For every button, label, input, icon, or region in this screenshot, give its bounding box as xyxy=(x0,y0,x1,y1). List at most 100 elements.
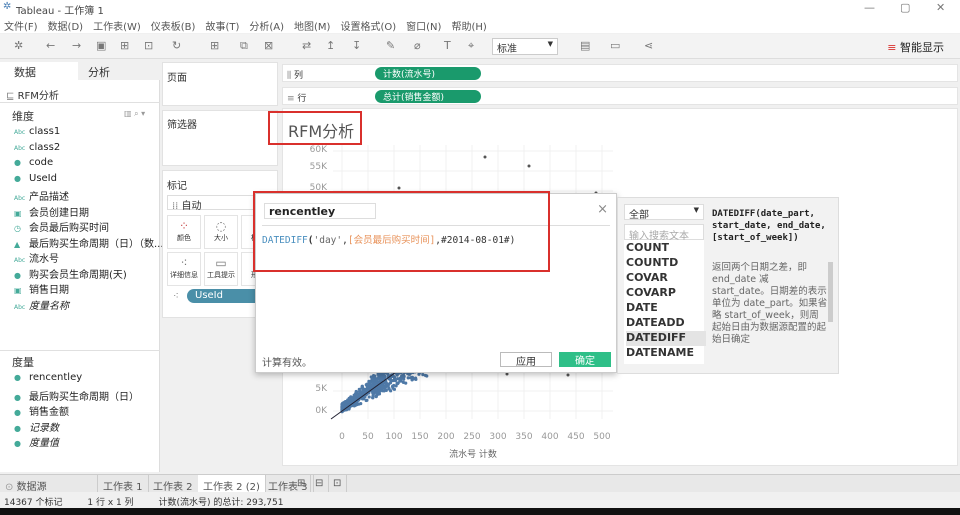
columns-shelf[interactable]: ⫼ 列 计数(流水号) xyxy=(282,64,958,82)
menu-item[interactable]: 工作表(W) xyxy=(93,22,141,33)
presentation-icon[interactable]: ▭ xyxy=(610,39,620,52)
columns-pill[interactable]: 计数(流水号) xyxy=(375,67,481,80)
menu-item[interactable]: 故事(T) xyxy=(205,22,239,33)
field-type-icon: Abc xyxy=(14,303,26,311)
tab-datasource[interactable]: ⊙ 数据源 xyxy=(0,475,98,493)
new-story-tab-icon[interactable]: ⊡ xyxy=(328,475,348,493)
mark-detail-button[interactable]: ⁖ 详细信息 xyxy=(167,252,201,286)
dimension-field[interactable]: Abc class1 xyxy=(14,126,60,137)
field-type-icon: ● xyxy=(14,270,21,280)
new-sheet-icon[interactable]: ⊞ xyxy=(210,39,219,52)
y-tick-label: 60K xyxy=(309,145,327,155)
menu-item[interactable]: 仪表板(B) xyxy=(151,22,196,33)
function-item[interactable]: DATEADD xyxy=(626,316,706,331)
highlight-box xyxy=(253,191,550,272)
mark-color-button[interactable]: ⁘ 颜色 xyxy=(167,215,201,249)
sheet-tab[interactable]: 工作表 1 xyxy=(98,475,149,493)
x-axis-label: 流水号 计数 xyxy=(449,450,497,460)
sort-asc-icon[interactable]: ↥ xyxy=(326,39,335,52)
dimension-field[interactable]: ◷ 会员最后购买时间 xyxy=(14,219,109,234)
close-window-button[interactable]: ✕ xyxy=(936,1,945,14)
dimension-field[interactable]: Abc 度量名称 xyxy=(14,297,69,312)
function-item[interactable]: DATE xyxy=(626,301,706,316)
restore-button[interactable]: ▢ xyxy=(900,1,910,14)
dimensions-header: 维度 xyxy=(12,110,34,123)
measure-field[interactable]: ● 度量值 xyxy=(14,434,59,449)
group-icon[interactable]: ⌀ xyxy=(414,39,421,52)
toolbar: ✲ ← → ▣ ⊞ ⊡ ↻ ⊞ ⧉ ⊠ ⇄ ↥ ↧ ✎ ⌀ T ⌖ 标准 ▼ ▤ … xyxy=(0,34,960,59)
dimension-field[interactable]: ● UseId xyxy=(14,173,57,184)
labels-icon[interactable]: T xyxy=(444,39,451,52)
dimension-field[interactable]: ▣ 销售日期 xyxy=(14,281,69,296)
sort-desc-icon[interactable]: ↧ xyxy=(352,39,361,52)
dimension-field[interactable]: ▣ 会员创建日期 xyxy=(14,204,89,219)
pause-updates-icon[interactable]: ⊡ xyxy=(144,39,153,52)
menu-item[interactable]: 分析(A) xyxy=(249,22,284,33)
data-point xyxy=(393,379,398,383)
tab-data[interactable]: 数据 xyxy=(14,64,36,80)
function-item[interactable]: DATEDIFF xyxy=(626,331,706,346)
tab-analysis[interactable]: 分析 xyxy=(88,64,110,80)
dimension-field[interactable]: Abc class2 xyxy=(14,142,60,153)
dimension-field[interactable]: Abc 产品描述 xyxy=(14,188,69,203)
new-datasource-icon[interactable]: ⊞ xyxy=(120,39,129,52)
sheet-tab[interactable]: 工作表 2 (2) xyxy=(198,475,266,493)
function-item[interactable]: COUNTD xyxy=(626,256,706,271)
dimension-field[interactable]: Abc 流水号 xyxy=(14,250,59,265)
datasource-item[interactable]: ⊑ RFM分析 xyxy=(6,87,59,102)
show-cards-icon[interactable]: ▤ xyxy=(580,39,590,52)
dimension-field[interactable]: ▲ 最后购买生命周期（日）（数... xyxy=(14,235,164,250)
measure-field[interactable]: ● rencentley xyxy=(14,372,82,383)
fit-select[interactable]: 标准 ▼ xyxy=(492,38,558,55)
refresh-icon[interactable]: ↻ xyxy=(172,39,181,52)
search-fields-icon[interactable]: ▥ ⌕ ▾ xyxy=(124,109,145,119)
save-icon[interactable]: ▣ xyxy=(96,39,106,52)
function-item[interactable]: DATENAME xyxy=(626,346,706,361)
menu-item[interactable]: 帮助(H) xyxy=(451,22,486,33)
menu-item[interactable]: 地图(M) xyxy=(294,22,330,33)
tableau-logo-icon[interactable]: ✲ xyxy=(14,39,23,52)
rows-shelf[interactable]: ≡ 行 总计(销售金额) xyxy=(282,87,958,105)
function-item[interactable]: COVAR xyxy=(626,271,706,286)
data-point xyxy=(341,401,345,405)
measure-icon: ● xyxy=(14,423,21,433)
description-scrollbar[interactable] xyxy=(828,262,833,322)
filters-card[interactable]: 筛选器 xyxy=(162,110,278,166)
function-item[interactable]: COUNT xyxy=(626,241,706,256)
undo-icon[interactable]: ← xyxy=(46,39,55,52)
menu-item[interactable]: 窗口(N) xyxy=(406,22,441,33)
dimension-field[interactable]: ● 购买会员生命周期(天) xyxy=(14,266,127,281)
menu-item[interactable]: 数据(D) xyxy=(48,22,84,33)
share-icon[interactable]: ⋖ xyxy=(644,39,653,52)
apply-button[interactable]: 应用 xyxy=(500,352,552,368)
rows-pill[interactable]: 总计(销售金额) xyxy=(375,90,481,103)
new-sheet-tab-icon[interactable]: ⊞ xyxy=(292,475,312,493)
pages-card[interactable]: 页面 xyxy=(162,62,278,106)
tableau-logo-icon: ✲ xyxy=(3,1,12,12)
ok-button[interactable]: 确定 xyxy=(559,352,611,367)
redo-icon[interactable]: → xyxy=(72,39,81,52)
mark-size-button[interactable]: ◌ 大小 xyxy=(204,215,238,249)
swap-icon[interactable]: ⇄ xyxy=(302,39,311,52)
rows-icon: ≡ xyxy=(287,94,295,104)
function-search-input[interactable]: 输入搜索文本 xyxy=(624,224,704,242)
fix-axes-icon[interactable]: ⌖ xyxy=(468,39,474,53)
mark-tooltip-button[interactable]: ▭ 工具提示 xyxy=(204,252,238,286)
menu-item[interactable]: 文件(F) xyxy=(4,22,38,33)
menu-item[interactable]: 设置格式(O) xyxy=(340,22,396,33)
sheet-tab[interactable]: 工作表 2 xyxy=(148,475,199,493)
smart-show-button[interactable]: ≡ 智能显示 xyxy=(887,39,944,55)
dimension-field[interactable]: ● code xyxy=(14,157,53,168)
columns-icon: ⫼ xyxy=(287,71,292,81)
function-item[interactable]: COVARP xyxy=(626,286,706,301)
minimize-button[interactable]: — xyxy=(864,1,875,14)
function-category-select[interactable]: 全部 ▼ xyxy=(624,204,704,221)
measure-field[interactable]: ● 销售金额 xyxy=(14,403,69,418)
duplicate-sheet-icon[interactable]: ⧉ xyxy=(240,39,248,53)
new-dashboard-tab-icon[interactable]: ⊟ xyxy=(310,475,330,493)
close-dialog-icon[interactable]: × xyxy=(597,202,608,217)
measure-field[interactable]: ● 记录数 xyxy=(14,419,59,434)
measure-field[interactable]: ● 最后购买生命周期（日） xyxy=(14,388,139,403)
highlight-icon[interactable]: ✎ xyxy=(386,39,395,52)
clear-sheet-icon[interactable]: ⊠ xyxy=(264,39,273,52)
